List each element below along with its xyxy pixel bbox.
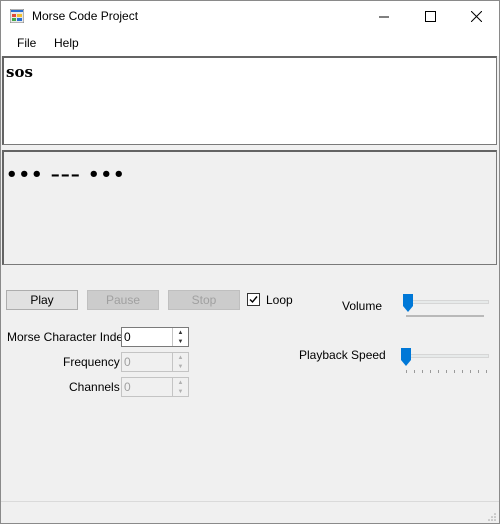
slider-tick [470,370,471,373]
morse-index-spinner[interactable]: 0 ▲ ▼ [121,327,189,347]
spin-up-icon[interactable]: ▲ [173,328,188,337]
status-bar [1,501,499,523]
volume-slider-thumb[interactable] [403,294,413,312]
input-text-value: sos [6,63,33,81]
app-icon [10,9,24,23]
frequency-label: Frequency [63,355,120,369]
channels-label: Channels [69,380,120,394]
stop-button[interactable]: Stop [168,290,240,310]
pause-button[interactable]: Pause [87,290,159,310]
slider-tick [438,370,439,373]
slider-tick [414,370,415,373]
slider-tick [422,370,423,373]
frequency-spinner[interactable]: 0 ▲ ▼ [121,352,189,372]
spin-down-icon[interactable]: ▼ [173,387,188,396]
slider-tick [406,370,407,373]
slider-tick [486,370,487,373]
spinner-arrows: ▲ ▼ [172,328,188,346]
spin-down-icon[interactable]: ▼ [173,362,188,371]
spinner-arrows: ▲ ▼ [172,378,188,396]
minimize-button[interactable] [361,1,407,32]
channels-value: 0 [124,380,131,394]
menu-file[interactable]: File [17,36,36,50]
play-button[interactable]: Play [6,290,78,310]
resize-grip-icon[interactable] [487,512,497,522]
morse-output-value: ••• ––– ••• [6,164,126,185]
volume-slider-bar [406,315,484,317]
volume-slider-track[interactable] [406,300,489,304]
checkmark-icon [249,296,258,304]
close-button[interactable] [453,1,499,32]
channels-spinner[interactable]: 0 ▲ ▼ [121,377,189,397]
playback-speed-slider-thumb[interactable] [401,348,411,366]
title-bar[interactable]: Morse Code Project [1,1,499,32]
spin-down-icon[interactable]: ▼ [173,337,188,346]
morse-index-label: Morse Character Index [7,330,130,344]
menu-help[interactable]: Help [54,36,79,50]
morse-output-box[interactable]: ••• ––– ••• [2,150,497,265]
frequency-value: 0 [124,355,131,369]
spinner-arrows: ▲ ▼ [172,353,188,371]
slider-tick [454,370,455,373]
main-window: Morse Code Project File Help sos ••• –––… [0,0,500,524]
slider-tick [446,370,447,373]
morse-index-value: 0 [124,330,131,344]
playback-speed-slider-track[interactable] [406,354,489,358]
loop-checkbox[interactable] [247,293,260,306]
slider-tick [478,370,479,373]
minimize-icon [379,16,389,17]
window-title: Morse Code Project [32,9,139,23]
spin-up-icon[interactable]: ▲ [173,353,188,362]
maximize-icon [424,11,436,22]
close-icon [470,11,482,22]
playback-speed-label: Playback Speed [299,348,386,362]
slider-tick [430,370,431,373]
spin-up-icon[interactable]: ▲ [173,378,188,387]
maximize-button[interactable] [407,1,453,32]
menu-bar: File Help [1,32,499,56]
input-text-box[interactable]: sos [2,56,497,145]
volume-label: Volume [342,299,383,313]
loop-label: Loop [266,293,293,307]
slider-tick [462,370,463,373]
